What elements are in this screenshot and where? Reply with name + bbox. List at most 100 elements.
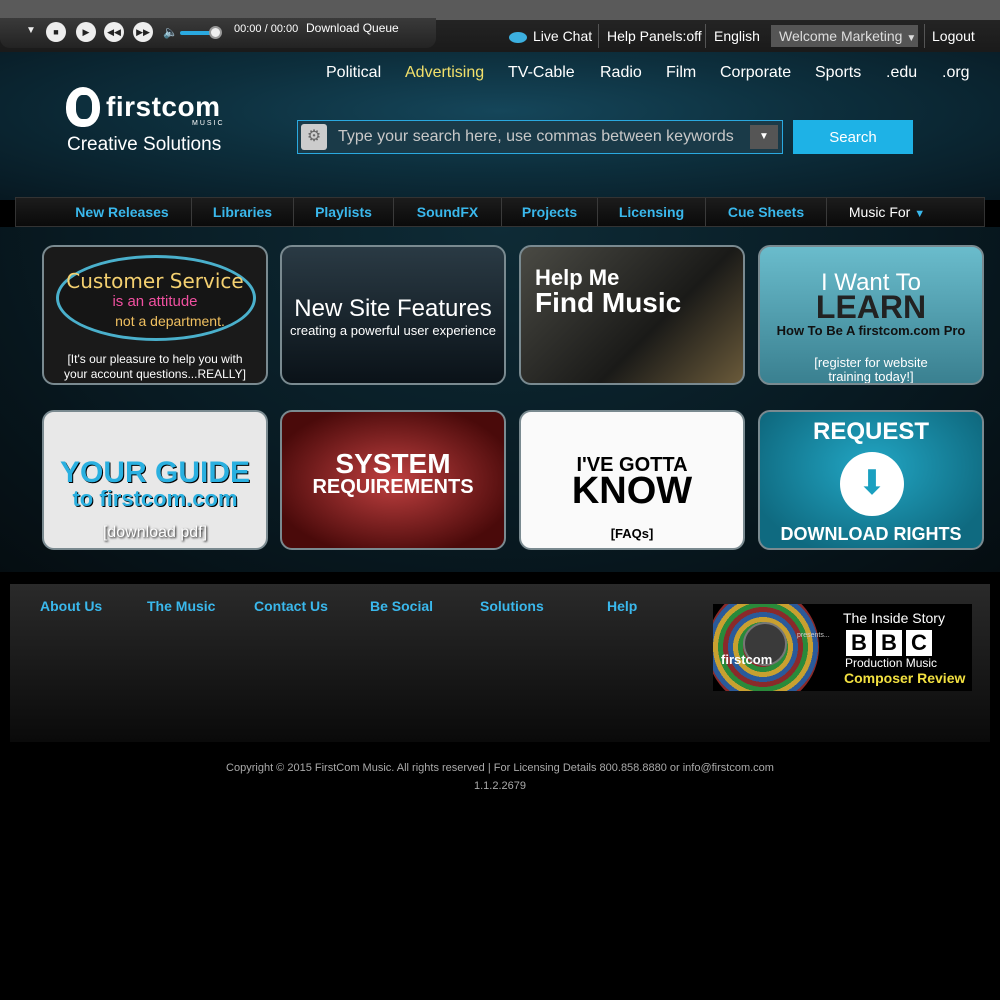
volume-knob[interactable] xyxy=(209,26,222,39)
tile-caption: training today!] xyxy=(828,369,914,384)
tile-caption: your account questions...REALLY] xyxy=(64,367,246,381)
tile-caption: [register for website xyxy=(814,355,928,370)
footer-link-music[interactable]: The Music xyxy=(147,598,215,614)
nav-cue-sheets[interactable]: Cue Sheets xyxy=(706,198,826,226)
footer-link-social[interactable]: Be Social xyxy=(370,598,433,614)
category-edu[interactable]: .edu xyxy=(886,64,917,82)
version: 1.1.2.2679 xyxy=(474,780,526,792)
top-strip xyxy=(0,0,1000,20)
music-for-label: Music For xyxy=(848,204,911,220)
nav-libraries[interactable]: Libraries xyxy=(192,198,293,226)
tile-download-rights[interactable]: REQUEST ⬇ DOWNLOAD RIGHTS xyxy=(758,410,984,550)
live-chat-link[interactable]: Live Chat xyxy=(509,22,592,50)
bbc-letter: B xyxy=(876,630,902,656)
player-menu-icon[interactable]: ▼ xyxy=(26,25,36,36)
footer-link-about[interactable]: About Us xyxy=(40,598,102,614)
volume-icon[interactable]: 🔈 xyxy=(163,25,178,39)
chevron-down-icon: ▼ xyxy=(906,33,917,44)
category-advertising[interactable]: Advertising xyxy=(405,64,484,82)
play-icon[interactable]: ▶ xyxy=(76,22,96,42)
account-menu[interactable]: Welcome Marketing ▼ xyxy=(771,25,918,47)
headphones-logo-icon[interactable] xyxy=(66,87,100,127)
tile-caption: [FAQs] xyxy=(610,526,654,541)
logo-tagline: Creative Solutions xyxy=(67,134,222,155)
category-political[interactable]: Political xyxy=(326,64,381,82)
header: firstcom MUSIC Creative Solutions Politi… xyxy=(0,52,1000,200)
tile-line: to firstcom.com xyxy=(72,486,238,511)
content-area: Customer Service is an attitude not a de… xyxy=(0,227,1000,572)
divider xyxy=(598,24,599,48)
footer-link-solutions[interactable]: Solutions xyxy=(480,598,544,614)
footer-link-help[interactable]: Help xyxy=(607,598,637,614)
divider xyxy=(705,24,706,48)
category-film[interactable]: Film xyxy=(666,64,696,82)
tile-line: is an attitude xyxy=(112,293,198,310)
promo-presents: presents... xyxy=(797,632,830,639)
tile-customer-service[interactable]: Customer Service is an attitude not a de… xyxy=(42,245,268,385)
footer: About Us The Music Contact Us Be Social … xyxy=(10,584,990,742)
search-box: ⚙ ▼ xyxy=(297,120,783,154)
tile-guide[interactable]: YOUR GUIDE to firstcom.com [download pdf… xyxy=(42,410,268,550)
logo-music: MUSIC xyxy=(192,120,225,127)
divider xyxy=(924,24,925,48)
tile-line: REQUEST xyxy=(812,418,929,445)
footer-link-contact[interactable]: Contact Us xyxy=(254,598,328,614)
tile-line: LEARN xyxy=(815,289,927,325)
download-queue-link[interactable]: Download Queue xyxy=(306,21,399,35)
download-icon: ⬇ xyxy=(840,452,904,516)
bbc-letter: C xyxy=(906,630,932,656)
caret-down-icon: ▼ xyxy=(914,208,926,220)
tile-system-requirements[interactable]: SYSTEM REQUIREMENTS xyxy=(280,410,506,550)
category-org[interactable]: .org xyxy=(942,64,970,82)
bbc-promo-banner[interactable]: firstcom presents... The Inside Story B … xyxy=(713,604,972,691)
tile-caption: [It's our pleasure to help you with xyxy=(67,352,243,366)
category-radio[interactable]: Radio xyxy=(600,64,642,82)
nav-music-for[interactable]: Music For ▼ xyxy=(827,198,947,226)
tile-line: DOWNLOAD RIGHTS xyxy=(780,524,962,544)
tile-line: not a department. xyxy=(115,313,225,329)
nav-soundfx[interactable]: SoundFX xyxy=(394,198,501,226)
nav-new-releases[interactable]: New Releases xyxy=(54,198,190,226)
tile-line: REQUIREMENTS xyxy=(312,476,474,498)
language-selector[interactable]: English xyxy=(714,22,760,50)
search-button[interactable]: Search xyxy=(793,120,913,154)
help-panels-toggle[interactable]: Help Panels:off xyxy=(607,22,702,50)
logo-name[interactable]: firstcom xyxy=(106,91,220,123)
tile-title: New Site Features xyxy=(294,295,492,322)
fast-forward-icon[interactable]: ▶▶ xyxy=(133,22,153,42)
tile-line: Customer Service xyxy=(66,269,244,293)
category-sports[interactable]: Sports xyxy=(815,64,861,82)
nav-licensing[interactable]: Licensing xyxy=(598,198,705,226)
promo-firstcom: firstcom xyxy=(721,652,773,667)
bbc-letter: B xyxy=(846,630,872,656)
tile-new-site-features[interactable]: New Site Features creating a powerful us… xyxy=(280,245,506,385)
welcome-label: Welcome Marketing xyxy=(779,28,903,44)
nav-playlists[interactable]: Playlists xyxy=(294,198,393,226)
tile-faq[interactable]: I'VE GOTTA KNOW [FAQs] xyxy=(519,410,745,550)
tile-line: YOUR GUIDE xyxy=(59,456,251,489)
copyright: Copyright © 2015 FirstCom Music. All rig… xyxy=(226,762,774,774)
search-input[interactable] xyxy=(332,121,744,153)
stop-icon[interactable]: ■ xyxy=(46,22,66,42)
nav-projects[interactable]: Projects xyxy=(502,198,597,226)
gear-icon[interactable]: ⚙ xyxy=(301,124,327,150)
promo-inside-story: The Inside Story xyxy=(843,610,945,626)
tile-subtitle: creating a powerful user experience xyxy=(290,323,496,338)
audio-player: ▼ ■ ▶ ◀◀ ▶▶ 🔈 00:00 / 00:00 Download Que… xyxy=(0,18,436,48)
promo-composer-review: Composer Review xyxy=(844,670,966,686)
promo-production-music: Production Music xyxy=(845,656,938,670)
tile-caption: [download pdf] xyxy=(102,524,208,541)
tile-learn[interactable]: I Want To LEARN How To Be A firstcom.com… xyxy=(758,245,984,385)
player-time: 00:00 / 00:00 xyxy=(234,23,299,35)
tile-line: Find Music xyxy=(535,287,682,318)
tile-line: How To Be A firstcom.com Pro xyxy=(776,323,966,338)
chevron-down-icon[interactable]: ▼ xyxy=(750,125,778,149)
category-corporate[interactable]: Corporate xyxy=(720,64,791,82)
category-tv-cable[interactable]: TV-Cable xyxy=(508,64,575,82)
rewind-icon[interactable]: ◀◀ xyxy=(104,22,124,42)
tile-find-music[interactable]: Help Me Find Music xyxy=(519,245,745,385)
live-chat-label: Live Chat xyxy=(533,28,593,44)
chat-bubble-icon xyxy=(509,31,527,43)
logout-link[interactable]: Logout xyxy=(932,22,975,50)
tile-line: KNOW xyxy=(571,470,693,512)
